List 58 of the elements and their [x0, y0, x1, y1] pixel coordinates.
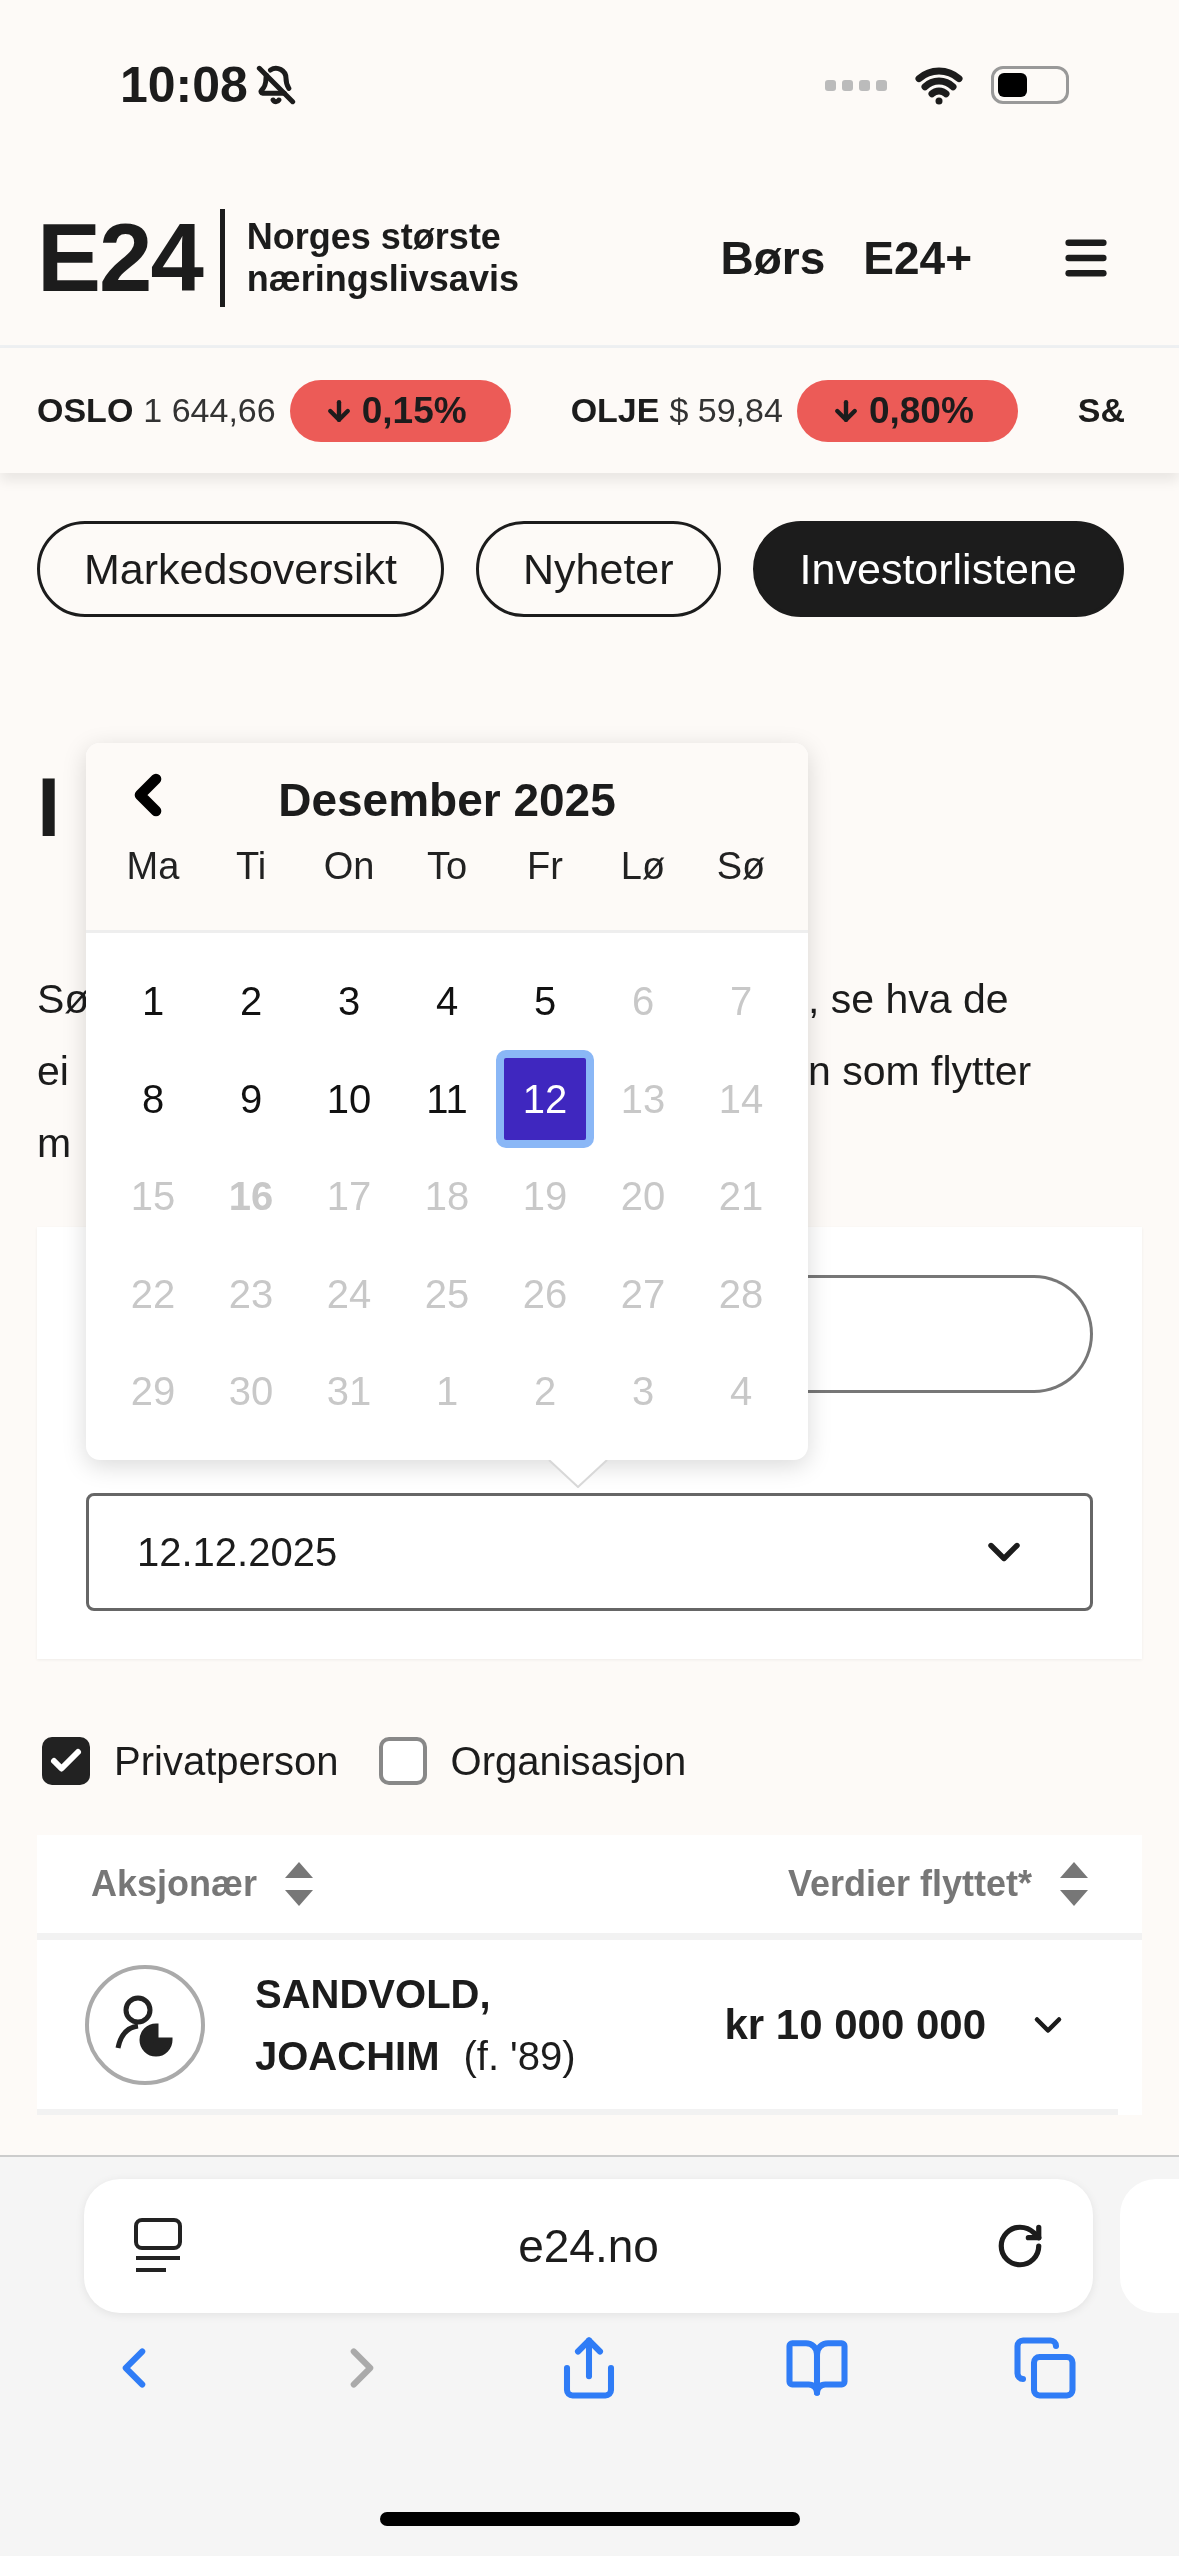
- nav-link[interactable]: E24+: [863, 230, 972, 285]
- calendar-day[interactable]: 10: [326, 1076, 372, 1122]
- column-header[interactable]: Aksjonær: [85, 1861, 320, 1907]
- weekday-label: Fr: [526, 845, 564, 888]
- person-icon: [85, 1964, 205, 2085]
- calendar-day[interactable]: 5: [533, 979, 557, 1025]
- tagline: Norges største næringslivsavis: [246, 215, 520, 300]
- change-badge: 0,15%: [289, 379, 511, 442]
- calendar-day[interactable]: 4: [435, 979, 459, 1025]
- checkbox[interactable]: [42, 1737, 90, 1785]
- sort-icon: [285, 1862, 314, 1906]
- page-heading: I: [37, 759, 61, 856]
- calendar-day[interactable]: 2: [239, 979, 263, 1025]
- column-header[interactable]: Verdier flyttet*: [781, 1861, 1094, 1907]
- weekday-label: On: [322, 845, 376, 888]
- calendar-month: Desember 2025: [278, 773, 616, 828]
- tab[interactable]: Nyheter: [476, 521, 721, 617]
- calendar-day[interactable]: 9: [239, 1076, 263, 1122]
- url-text: e24.no: [518, 2219, 659, 2273]
- checkbox[interactable]: [378, 1737, 427, 1785]
- sort-icon: [1060, 1862, 1088, 1906]
- tab[interactable]: Investorlistene: [752, 521, 1124, 617]
- weekday-label: Ti: [234, 845, 268, 888]
- calendar-day[interactable]: 1: [141, 979, 165, 1025]
- shareholder-name: SANDVOLD, JOACHIM (f. '89): [255, 1970, 577, 2080]
- tabs-button[interactable]: [1012, 2335, 1079, 2401]
- intro-text: Sø: [37, 975, 86, 1024]
- date-select[interactable]: 12.12.2025: [86, 1493, 1093, 1611]
- tabs-icon: [1012, 2335, 1079, 2401]
- battery-icon: [991, 66, 1069, 104]
- weekday-label: Lø: [619, 845, 667, 888]
- ticker-value: $ 59,84: [669, 391, 783, 430]
- intro-text: m: [37, 1119, 73, 1168]
- calendar-day[interactable]: 11: [426, 1076, 468, 1122]
- page-menu-icon: [134, 2218, 182, 2274]
- checkbox-label[interactable]: Privatperson: [114, 1738, 339, 1784]
- calendar-day[interactable]: 3: [337, 979, 361, 1025]
- change-badge: 0,80%: [796, 379, 1018, 442]
- ticker-value: 1 644,66: [143, 391, 276, 430]
- weekday-label: Sø: [715, 845, 767, 888]
- ticker-name[interactable]: OSLO: [37, 391, 134, 430]
- weekday-label: To: [425, 845, 469, 888]
- nav-link[interactable]: Børs: [720, 230, 826, 285]
- signal-icon: [825, 79, 887, 91]
- amount-value: kr 10 000 000: [724, 2000, 986, 2049]
- intro-text: ei: [37, 1047, 70, 1096]
- address-bar[interactable]: e24.no: [84, 2179, 1093, 2313]
- ticker-name[interactable]: S&: [1077, 391, 1126, 430]
- logo[interactable]: E24: [37, 202, 202, 313]
- ticker-name[interactable]: OLJE: [570, 391, 660, 430]
- intro-text: , se hva de: [808, 975, 1010, 1024]
- calendar-day[interactable]: 12: [496, 1050, 594, 1149]
- checkbox-label[interactable]: Organisasjon: [450, 1738, 687, 1784]
- status-time: 10:08: [120, 56, 248, 114]
- calendar-day[interactable]: 8: [141, 1076, 165, 1122]
- tab[interactable]: Markedsoversikt: [37, 521, 445, 617]
- intro-text: n som flytter: [808, 1047, 1033, 1096]
- weekday-label: Ma: [125, 845, 181, 888]
